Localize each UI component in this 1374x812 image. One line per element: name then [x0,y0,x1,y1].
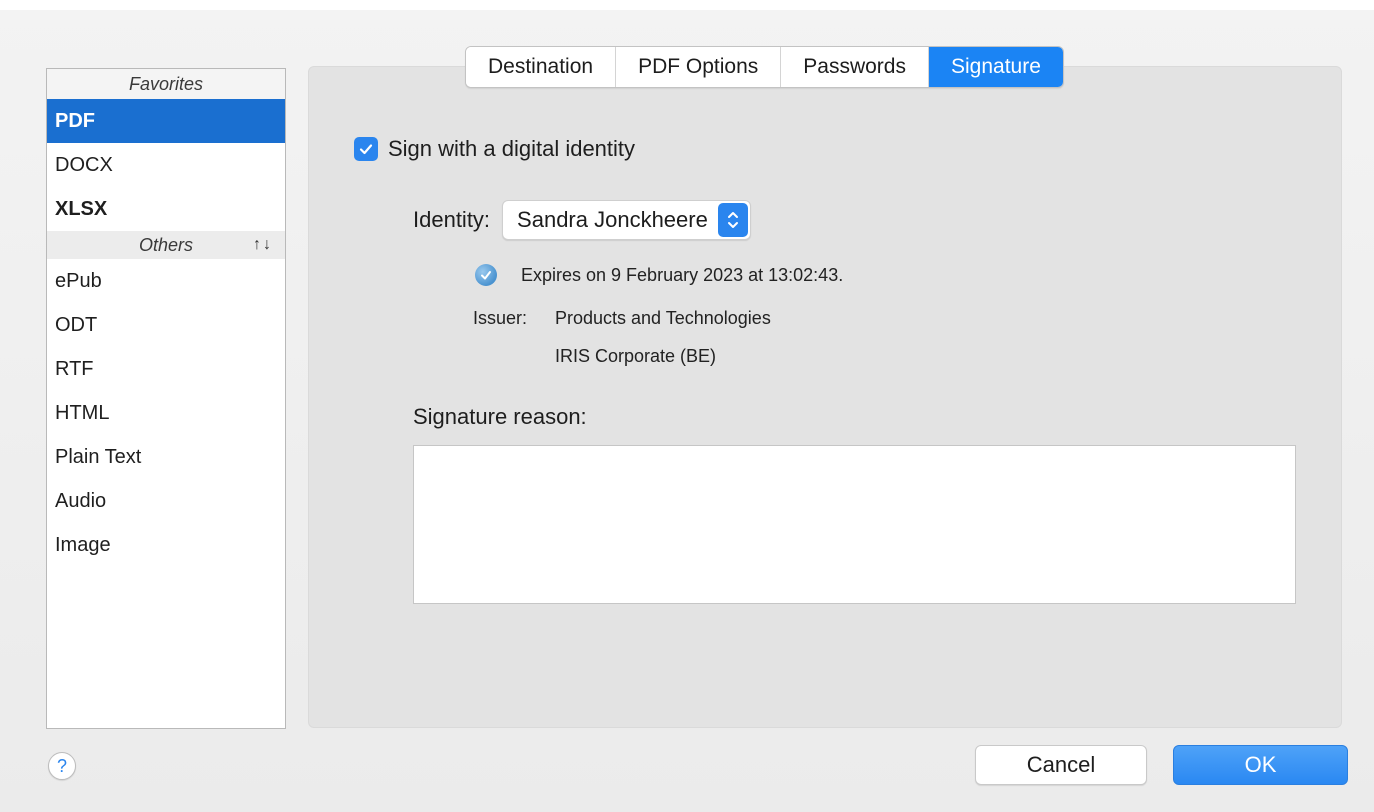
ok-button[interactable]: OK [1173,745,1348,785]
sort-arrows-icon[interactable]: ↑↓ [253,236,273,254]
title-strip [0,0,1374,10]
expires-text: Expires on 9 February 2023 at 13:02:43. [521,264,844,285]
identity-label: Identity: [413,207,491,232]
signature-reason-label: Signature reason: [413,404,587,429]
sign-checkbox-label[interactable]: Sign with a digital identity [388,136,635,162]
signature-reason-field[interactable] [413,445,1296,604]
sidebar-item-pdf[interactable]: PDF [47,99,285,143]
up-down-chevron-icon [717,203,748,237]
tab-passwords[interactable]: Passwords [781,47,929,87]
issuer-line-1: Products and Technologies [555,308,771,328]
tab-bar: Destination PDF Options Passwords Signat… [465,46,1064,88]
issuer-row: Issuer: Products and Technologies [473,308,771,329]
others-header-label: Others [138,234,194,255]
sidebar-item-image[interactable]: Image [47,523,285,567]
sidebar-item-html[interactable]: HTML [47,391,285,435]
format-sidebar: Favorites PDF DOCX XLSX Others ↑↓ ePub O… [46,68,286,729]
tab-pdf-options[interactable]: PDF Options [616,47,782,87]
expiry-info: Expires on 9 February 2023 at 13:02:43. [475,264,843,286]
sidebar-item-docx[interactable]: DOCX [47,143,285,187]
export-dialog: Favorites PDF DOCX XLSX Others ↑↓ ePub O… [0,0,1374,812]
others-header: Others ↑↓ [47,231,285,259]
settings-panel [308,66,1342,728]
identity-row: Identity: Sandra Jonckheere [413,200,751,240]
cancel-button[interactable]: Cancel [975,745,1147,785]
tab-destination[interactable]: Destination [466,47,617,87]
certificate-valid-icon [475,264,497,286]
issuer-line-2: IRIS Corporate (BE) [555,346,717,366]
sidebar-item-rtf[interactable]: RTF [47,347,285,391]
tab-signature[interactable]: Signature [928,47,1063,87]
favorites-header-label: Favorites [128,73,204,94]
sidebar-item-plain-text[interactable]: Plain Text [47,435,285,479]
issuer-label: Issuer: [473,308,528,328]
sign-option[interactable]: Sign with a digital identity [354,136,635,162]
identity-value: Sandra Jonckheere [517,207,708,232]
identity-popup[interactable]: Sandra Jonckheere [502,200,751,240]
sidebar-item-audio[interactable]: Audio [47,479,285,523]
help-button[interactable]: ? [48,752,76,780]
sign-checkbox[interactable] [354,137,378,161]
checkmark-icon [359,144,373,155]
sidebar-item-epub[interactable]: ePub [47,259,285,303]
sidebar-item-odt[interactable]: ODT [47,303,285,347]
favorites-header: Favorites [47,69,285,99]
sidebar-item-xlsx[interactable]: XLSX [47,187,285,231]
